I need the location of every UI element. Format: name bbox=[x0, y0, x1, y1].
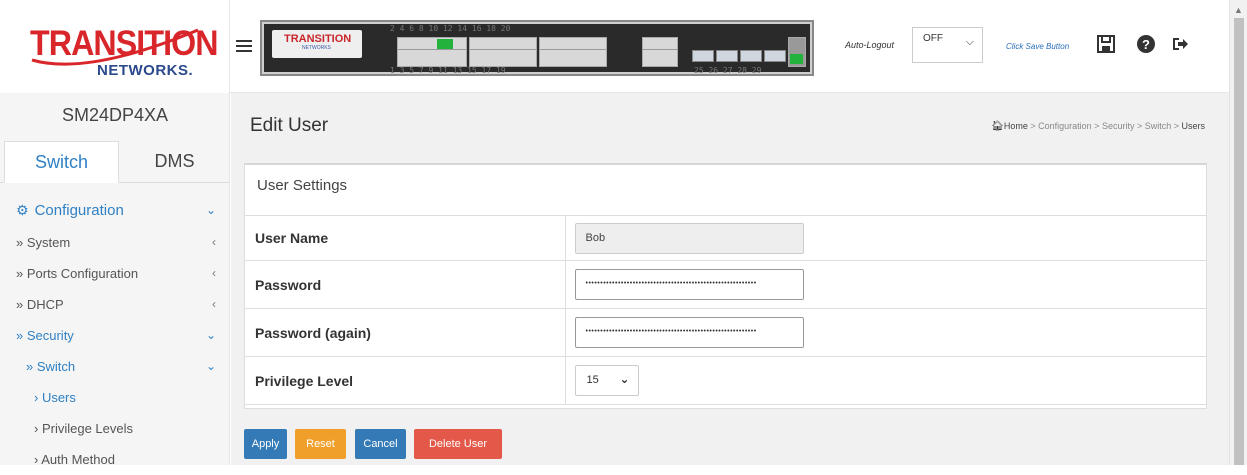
page-title: Edit User bbox=[250, 115, 329, 136]
sidebar-item-dhcp[interactable]: » DHCP ‹ bbox=[0, 289, 230, 320]
user-name-field: Bob bbox=[574, 222, 804, 254]
panel-logo-text: TRANSITION bbox=[284, 33, 352, 45]
svg-text:?: ? bbox=[1142, 37, 1150, 52]
sidebar-item-ports-configuration[interactable]: » Ports Configuration ‹ bbox=[0, 258, 230, 289]
help-icon[interactable]: ? bbox=[1136, 33, 1156, 55]
sidebar-item-label: » Switch bbox=[26, 359, 76, 374]
sidebar-item-label: » System bbox=[16, 235, 71, 250]
hamburger-icon[interactable] bbox=[236, 40, 252, 52]
gear-icon: ⚙ bbox=[16, 202, 29, 218]
privilege-level-label: Privilege Level bbox=[245, 356, 566, 405]
breadcrumb: 🏠︎Home > Configuration > Security > Swit… bbox=[991, 121, 1205, 132]
switch-port-panel: TRANSITION NETWORKS 2 4 6 8 10 12 14 16 … bbox=[260, 20, 814, 76]
sfp-port-28[interactable] bbox=[764, 50, 786, 62]
port-block-3[interactable] bbox=[539, 37, 607, 67]
form-row-password: Password •••••••••••••••••••••••••••••••… bbox=[245, 260, 1206, 309]
breadcrumb-current: Users bbox=[1181, 121, 1205, 131]
auto-logout-select[interactable]: OFF ⌵ bbox=[912, 27, 983, 63]
sfp-port-25[interactable] bbox=[692, 50, 714, 62]
delete-user-button[interactable]: Delete User bbox=[414, 429, 502, 459]
reset-button[interactable]: Reset bbox=[295, 429, 346, 459]
user-name-label: User Name bbox=[245, 215, 566, 261]
auto-logout-value: OFF bbox=[923, 33, 943, 44]
save-icon[interactable] bbox=[1096, 33, 1116, 55]
sidebar-item-configuration[interactable]: ⚙ Configuration ⌄ bbox=[0, 193, 230, 227]
chevron-left-icon: ‹ bbox=[212, 266, 216, 280]
sidebar-item-users[interactable]: › Users bbox=[0, 382, 230, 413]
sidebar-item-label: » Security bbox=[16, 328, 74, 343]
chevron-down-icon: ⌵ bbox=[965, 36, 974, 48]
port-block-combo[interactable] bbox=[642, 37, 678, 67]
password-field[interactable]: ••••••••••••••••••••••••••••••••••••••••… bbox=[574, 269, 804, 300]
top-header: TRANSITION NETWORKS. TRANSITION NETWORKS… bbox=[0, 0, 1229, 93]
port-numbers-top: 2 4 6 8 10 12 14 16 18 20 bbox=[390, 24, 511, 33]
privilege-level-select[interactable]: 15 ⌄ bbox=[574, 365, 639, 396]
apply-button[interactable]: Apply bbox=[244, 429, 287, 459]
chevron-down-icon: ⌄ bbox=[205, 328, 216, 342]
port-block-1[interactable] bbox=[397, 37, 467, 67]
sidebar-item-auth-method[interactable]: › Auth Method bbox=[0, 444, 230, 475]
scroll-up-icon[interactable]: ▲ bbox=[1234, 5, 1243, 15]
port-block-2[interactable] bbox=[469, 37, 537, 67]
cancel-button[interactable]: Cancel bbox=[355, 429, 406, 459]
logo-subtext: NETWORKS. bbox=[97, 62, 194, 79]
main-content: Edit User 🏠︎Home > Configuration > Secur… bbox=[231, 93, 1229, 465]
breadcrumb-trail: > Configuration > Security > Switch > bbox=[1027, 121, 1182, 131]
sfp-port-26[interactable] bbox=[716, 50, 738, 62]
sidebar-item-label: › Users bbox=[34, 390, 76, 405]
privilege-level-value: 15 bbox=[586, 374, 599, 386]
sidebar-item-label: » Ports Configuration bbox=[16, 266, 139, 281]
user-settings-panel: User Settings User Name Bob Password •••… bbox=[244, 163, 1207, 409]
chevron-down-icon: ⌄ bbox=[205, 203, 216, 217]
port-numbers-bottom: 1 3 5 7 9 11 13 15 17 19 bbox=[390, 66, 506, 75]
form-row-password-again: Password (again) •••••••••••••••••••••••… bbox=[245, 308, 1206, 357]
sfp-numbers: 25 26 27 28 29 bbox=[694, 66, 762, 75]
tab-switch[interactable]: Switch bbox=[4, 141, 119, 183]
home-icon[interactable]: 🏠︎ bbox=[991, 121, 1004, 132]
password-again-field[interactable]: ••••••••••••••••••••••••••••••••••••••••… bbox=[574, 317, 804, 348]
sidebar-item-security[interactable]: » Security ⌄ bbox=[0, 320, 230, 351]
chevron-left-icon: ‹ bbox=[212, 297, 216, 311]
brand-logo[interactable]: TRANSITION NETWORKS. bbox=[0, 0, 230, 93]
sidebar-item-label: › Privilege Levels bbox=[34, 421, 133, 436]
sidebar-item-system[interactable]: » System ‹ bbox=[0, 227, 230, 258]
panel-title: User Settings bbox=[257, 177, 348, 194]
panel-logo: TRANSITION NETWORKS bbox=[272, 30, 362, 58]
sidebar-item-label: Configuration bbox=[34, 202, 124, 219]
sidebar-tabs: Switch DMS bbox=[0, 141, 230, 183]
scrollbar-thumb[interactable] bbox=[1234, 18, 1244, 465]
password-again-label: Password (again) bbox=[245, 308, 566, 357]
device-name: SM24DP4XA bbox=[61, 105, 169, 125]
port-link-indicator[interactable] bbox=[437, 39, 453, 49]
auto-logout-label: Auto-Logout bbox=[845, 40, 895, 50]
breadcrumb-home[interactable]: Home bbox=[1004, 121, 1028, 131]
chevron-left-icon: ‹ bbox=[212, 235, 216, 249]
page-scrollbar[interactable]: ▲ bbox=[1229, 0, 1247, 465]
user-settings-form: User Name Bob Password •••••••••••••••••… bbox=[245, 215, 1206, 405]
form-row-user-name: User Name Bob bbox=[245, 215, 1206, 261]
sidebar-nav: ⚙ Configuration ⌄ » System ‹ » Ports Conf… bbox=[0, 193, 230, 475]
logout-icon[interactable] bbox=[1170, 33, 1190, 55]
form-row-privilege-level: Privilege Level 15 ⌄ bbox=[245, 356, 1206, 405]
password-label: Password bbox=[245, 260, 566, 309]
sidebar-item-privilege-levels[interactable]: › Privilege Levels bbox=[0, 413, 230, 444]
sidebar-item-switch[interactable]: » Switch ⌄ bbox=[0, 351, 230, 382]
chevron-down-icon: ⌄ bbox=[205, 359, 216, 373]
chevron-down-icon: ⌄ bbox=[619, 372, 630, 386]
sidebar-item-label: » DHCP bbox=[16, 297, 64, 312]
logo-wordmark: TRANSITION bbox=[30, 24, 218, 63]
sfp-port-27[interactable] bbox=[740, 50, 762, 62]
panel-logo-subtext: NETWORKS bbox=[302, 45, 331, 51]
tab-dms[interactable]: DMS bbox=[119, 141, 230, 183]
sidebar: SM24DP4XA Switch DMS ⚙ Configuration ⌄ » … bbox=[0, 93, 230, 467]
port-29-link-indicator bbox=[790, 54, 803, 64]
save-hint-text: Click Save Button bbox=[1006, 42, 1070, 51]
